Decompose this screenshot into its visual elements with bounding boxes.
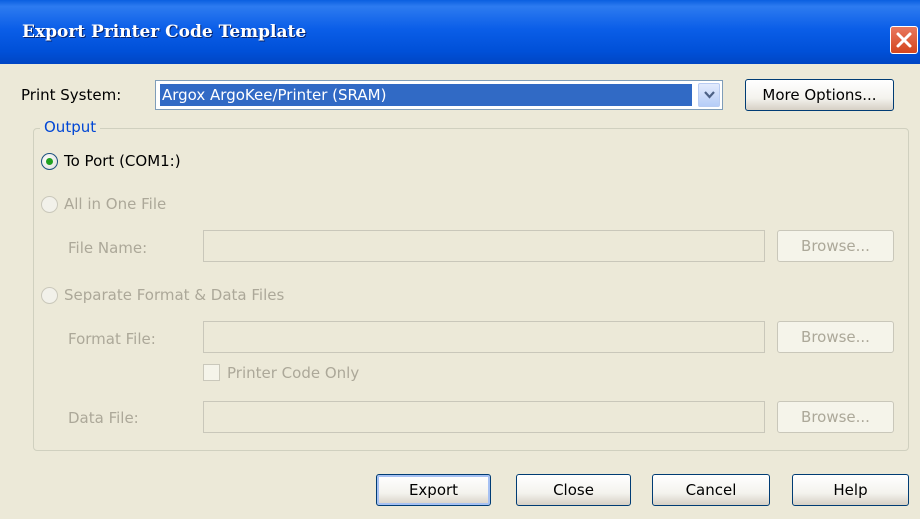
separate-files-label[interactable]: Separate Format & Data Files	[64, 286, 284, 304]
all-in-one-radio[interactable]	[41, 196, 58, 213]
dialog-body: Print System: Argox ArgoKee/Printer (SRA…	[0, 64, 920, 519]
cancel-button[interactable]: Cancel	[652, 474, 770, 506]
close-button[interactable]: Close	[516, 474, 631, 506]
close-window-button[interactable]	[890, 26, 918, 54]
printer-code-only-label[interactable]: Printer Code Only	[227, 364, 359, 382]
export-dialog: Export Printer Code Template Print Syste…	[0, 0, 920, 519]
more-options-button[interactable]: More Options...	[745, 79, 894, 111]
printer-code-only-checkbox[interactable]	[203, 364, 220, 381]
window-title: Export Printer Code Template	[22, 22, 307, 42]
to-port-radio[interactable]	[41, 153, 58, 170]
title-bar[interactable]: Export Printer Code Template	[0, 0, 920, 64]
format-file-browse-button[interactable]: Browse...	[777, 321, 894, 353]
format-file-label: Format File:	[68, 330, 156, 348]
format-file-input[interactable]	[203, 321, 765, 353]
close-icon	[896, 32, 912, 48]
file-name-label: File Name:	[68, 239, 148, 257]
data-file-browse-button[interactable]: Browse...	[777, 401, 894, 433]
to-port-label[interactable]: To Port (COM1:)	[64, 152, 181, 170]
all-in-one-label[interactable]: All in One File	[64, 195, 166, 213]
output-legend: Output	[40, 118, 101, 136]
dropdown-button[interactable]	[698, 83, 720, 107]
data-file-input[interactable]	[203, 401, 765, 433]
export-button[interactable]: Export	[376, 474, 491, 506]
print-system-select[interactable]: Argox ArgoKee/Printer (SRAM)	[155, 80, 723, 110]
radio-selected-dot	[46, 158, 53, 165]
print-system-label: Print System:	[21, 86, 122, 104]
separate-files-radio[interactable]	[41, 287, 58, 304]
file-name-input[interactable]	[203, 230, 765, 262]
data-file-label: Data File:	[68, 409, 139, 427]
print-system-selected-value: Argox ArgoKee/Printer (SRAM)	[160, 84, 692, 106]
chevron-down-icon	[704, 91, 715, 99]
file-name-browse-button[interactable]: Browse...	[777, 230, 894, 262]
help-button[interactable]: Help	[792, 474, 909, 506]
